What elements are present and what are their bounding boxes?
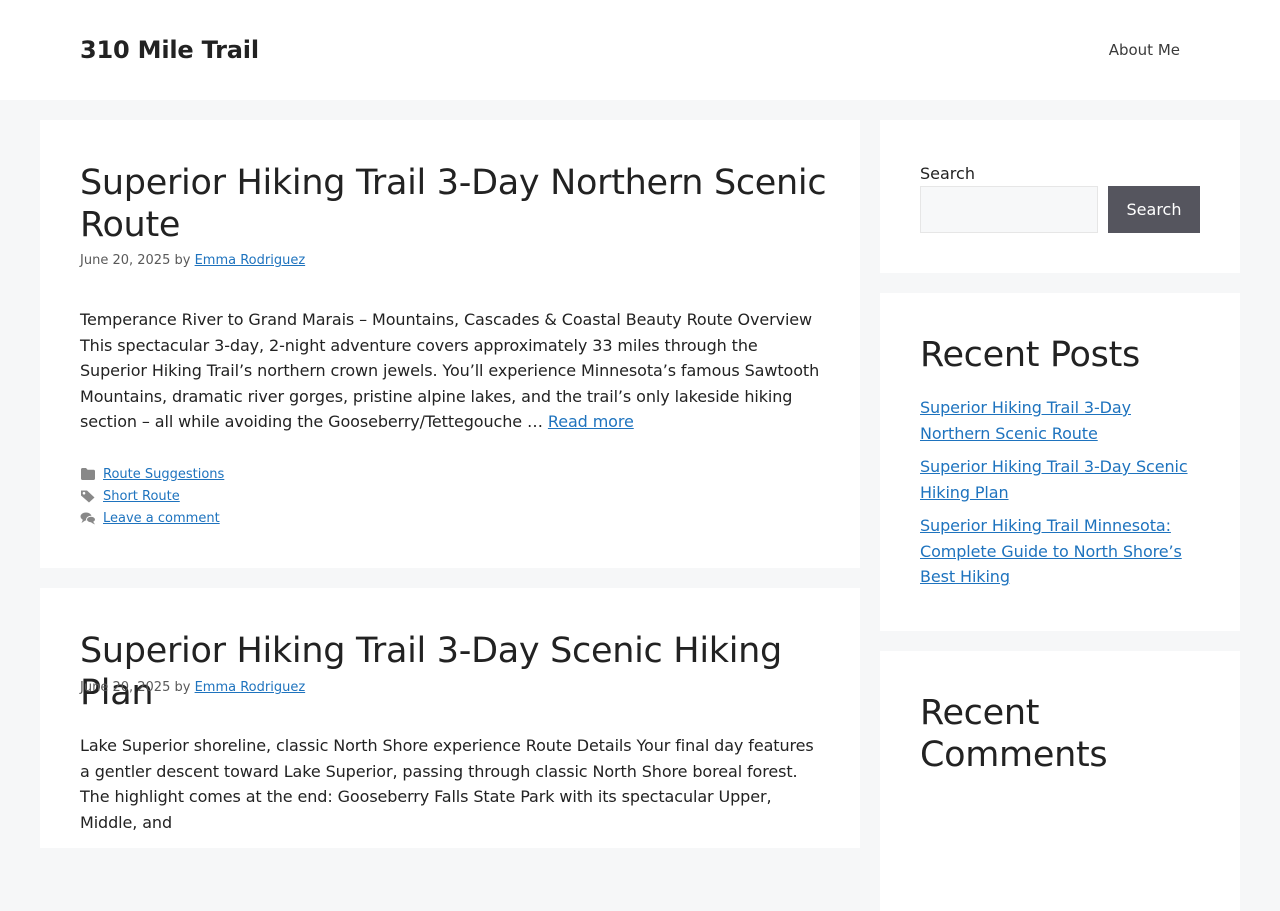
tag-link[interactable]: Short Route [103,489,180,504]
post-footer-meta: Route Suggestions Short Route Leave a co… [80,463,224,529]
search-button[interactable]: Search [1108,186,1200,233]
site-header: 310 Mile Trail About Me [0,0,1280,100]
category-link[interactable]: Route Suggestions [103,467,224,482]
list-item: Superior Hiking Trail 3-Day Scenic Hikin… [920,454,1200,505]
list-item: Superior Hiking Trail Minnesota: Complet… [920,513,1200,590]
nav-about-me[interactable]: About Me [1109,41,1180,59]
post-title[interactable]: Superior Hiking Trail 3-Day Scenic Hikin… [80,630,830,714]
recent-posts-list: Superior Hiking Trail 3-Day Northern Sce… [920,395,1200,598]
post-by: by [174,680,191,695]
search-widget: Search Search [880,120,1240,273]
post-author-link[interactable]: Emma Rodriguez [195,680,306,695]
recent-posts-title: Recent Posts [920,335,1140,375]
post-date: June 20, 2025 [80,253,171,268]
post-card: Superior Hiking Trail 3-Day Scenic Hikin… [40,588,860,848]
post-meta: June 20, 2025 by Emma Rodriguez [80,253,305,268]
recent-comments-title: Recent Comments [920,693,1108,775]
recent-post-link[interactable]: Superior Hiking Trail Minnesota: Complet… [920,516,1182,586]
site-title[interactable]: 310 Mile Trail [80,36,259,64]
post-excerpt: Temperance River to Grand Marais – Mount… [80,307,820,435]
post-author-link[interactable]: Emma Rodriguez [195,253,306,268]
recent-post-link[interactable]: Superior Hiking Trail 3-Day Northern Sce… [920,398,1131,443]
post-meta: June 20, 2025 by Emma Rodriguez [80,680,305,695]
post-title[interactable]: Superior Hiking Trail 3-Day Northern Sce… [80,162,830,246]
post-date: June 20, 2025 [80,680,171,695]
post-comment-row: Leave a comment [80,507,224,529]
post-excerpt-text: Temperance River to Grand Marais – Mount… [80,310,820,431]
recent-post-link[interactable]: Superior Hiking Trail 3-Day Scenic Hikin… [920,457,1188,502]
post-by: by [174,253,191,268]
post-tag-row: Short Route [80,485,224,507]
search-label: Search [920,164,975,183]
recent-posts-widget: Recent Posts Superior Hiking Trail 3-Day… [880,293,1240,631]
tag-icon [80,489,96,503]
read-more-link[interactable]: Read more [548,412,634,431]
search-input[interactable] [920,186,1098,233]
post-card: Superior Hiking Trail 3-Day Northern Sce… [40,120,860,568]
post-excerpt: Lake Superior shoreline, classic North S… [80,736,814,832]
comments-icon [80,511,96,525]
list-item: Superior Hiking Trail 3-Day Northern Sce… [920,395,1200,446]
leave-comment-link[interactable]: Leave a comment [103,511,220,526]
post-category-row: Route Suggestions [80,463,224,485]
recent-comments-widget: Recent Comments [880,651,1240,911]
folder-icon [80,467,96,481]
